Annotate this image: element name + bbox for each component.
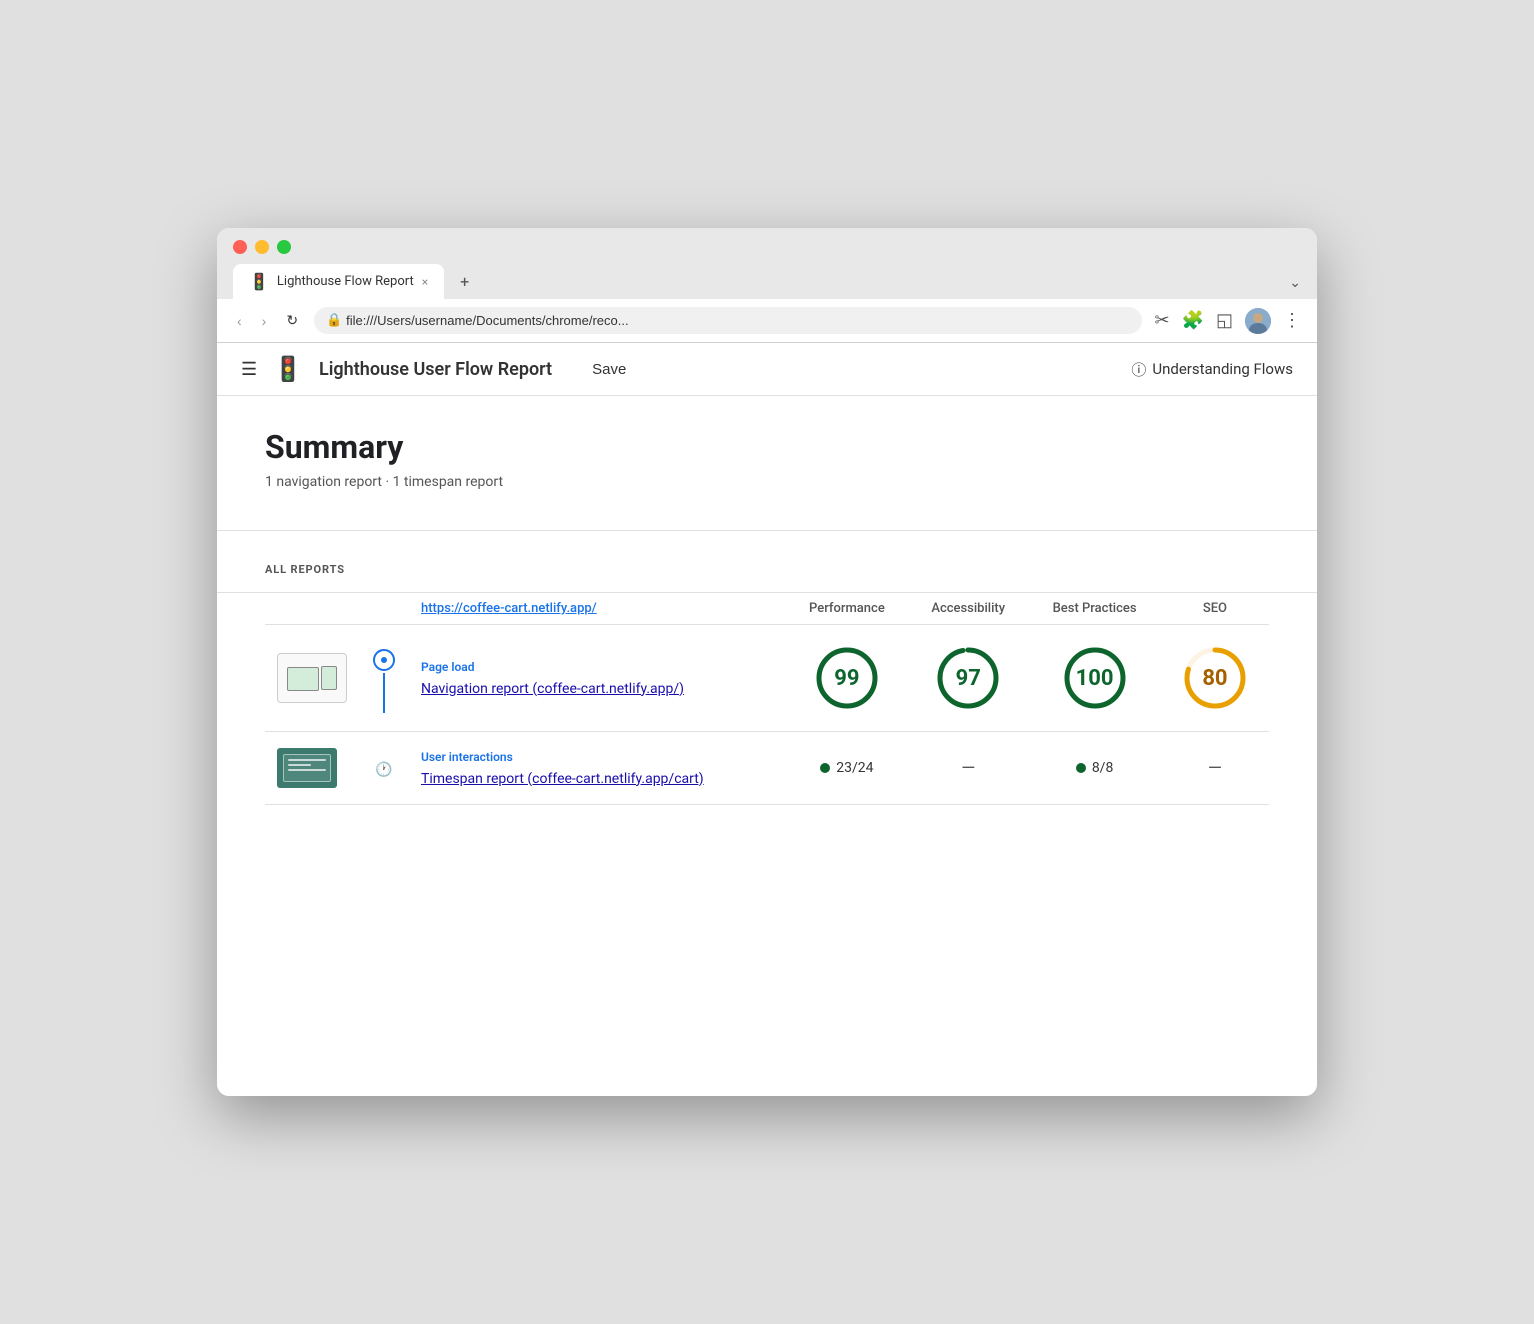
close-button[interactable] xyxy=(233,240,247,254)
scissors-icon[interactable]: ✂ xyxy=(1154,310,1169,331)
best-practices-score-circle: 100 xyxy=(1063,646,1127,710)
timespan-seo-cell: — xyxy=(1161,732,1269,805)
nav-best-practices-cell: 100 xyxy=(1028,625,1161,732)
extensions-icon[interactable]: 🧩 xyxy=(1182,310,1204,331)
timespan-category-label: User interactions xyxy=(421,750,774,764)
seo-score-circle: 80 xyxy=(1183,646,1247,710)
browser-window: 🚦 Lighthouse Flow Report × + ⌄ ‹ › ↻ 🔒 ✂… xyxy=(217,228,1317,1096)
best-practices-pass-score: 8/8 xyxy=(1040,760,1149,776)
main-content: Summary 1 navigation report · 1 timespan… xyxy=(217,396,1317,1096)
performance-score-circle: 99 xyxy=(815,646,879,710)
table-row: 🕐 User interactions Timespan report (cof… xyxy=(265,732,1269,805)
nav-thumbnail xyxy=(277,653,347,703)
split-screen-icon[interactable]: ◱ xyxy=(1216,310,1233,331)
tab-close-button[interactable]: × xyxy=(422,275,428,289)
browser-toolbar: ✂ 🧩 ◱ ⋮ xyxy=(1154,308,1301,334)
save-button[interactable]: Save xyxy=(592,361,626,378)
page-title: Summary xyxy=(265,428,1269,466)
best-practices-score-value: 100 xyxy=(1076,666,1114,691)
nav-step-indicator xyxy=(359,625,409,732)
app-header: ☰ 🚦 Lighthouse User Flow Report Save ⓘ U… xyxy=(217,343,1317,396)
more-menu-icon[interactable]: ⋮ xyxy=(1283,310,1301,331)
accessibility-dash: — xyxy=(920,758,1016,779)
accessibility-score-circle: 97 xyxy=(936,646,1000,710)
nav-accessibility-cell: 97 xyxy=(908,625,1028,732)
title-bar: 🚦 Lighthouse Flow Report × + ⌄ xyxy=(217,228,1317,299)
lighthouse-logo-icon: 🚦 xyxy=(273,355,303,383)
nav-report-info: Page load Navigation report (coffee-cart… xyxy=(409,625,786,732)
help-circle-icon: ⓘ xyxy=(1131,359,1146,380)
url-input[interactable] xyxy=(314,307,1142,334)
tab-bar: 🚦 Lighthouse Flow Report × + ⌄ xyxy=(233,264,1301,299)
tab-title: Lighthouse Flow Report xyxy=(277,274,414,289)
active-tab[interactable]: 🚦 Lighthouse Flow Report × xyxy=(233,264,444,299)
mobile-thumb xyxy=(321,666,337,690)
seo-header: SEO xyxy=(1161,593,1269,625)
nav-report-link[interactable]: Navigation report (coffee-cart.netlify.a… xyxy=(421,681,684,697)
tab-list-chevron[interactable]: ⌄ xyxy=(1289,275,1301,299)
performance-header: Performance xyxy=(786,593,909,625)
understanding-flows-link[interactable]: ⓘ Understanding Flows xyxy=(1131,359,1293,380)
step-circle-icon xyxy=(373,649,395,671)
url-lock-icon: 🔒 xyxy=(326,313,342,328)
address-bar: ‹ › ↻ 🔒 ✂ 🧩 ◱ ⋮ xyxy=(217,299,1317,343)
accessibility-header: Accessibility xyxy=(908,593,1028,625)
lighthouse-tab-icon: 🚦 xyxy=(249,272,269,291)
url-column-header[interactable]: https://coffee-cart.netlify.app/ xyxy=(421,601,597,616)
forward-button[interactable]: › xyxy=(258,311,271,331)
understanding-flows-label: Understanding Flows xyxy=(1152,360,1293,378)
seo-dash: — xyxy=(1173,758,1257,779)
nav-seo-cell: 80 xyxy=(1161,625,1269,732)
url-wrapper: 🔒 xyxy=(314,307,1142,334)
clock-step-icon: 🕐 xyxy=(375,762,392,778)
best-practices-fraction-value: 8/8 xyxy=(1092,760,1114,776)
maximize-button[interactable] xyxy=(277,240,291,254)
best-practices-header: Best Practices xyxy=(1028,593,1161,625)
timespan-accessibility-cell: — xyxy=(908,732,1028,805)
section-divider xyxy=(217,530,1317,531)
table-row: Page load Navigation report (coffee-cart… xyxy=(265,625,1269,732)
nav-category-label: Page load xyxy=(421,660,774,674)
performance-score-value: 99 xyxy=(834,666,859,691)
pass-dot-icon xyxy=(820,763,830,773)
timespan-step-indicator: 🕐 xyxy=(359,732,409,805)
reload-button[interactable]: ↻ xyxy=(282,310,302,331)
accessibility-score-value: 97 xyxy=(956,666,981,691)
nav-thumbnail-cell xyxy=(265,625,359,732)
timespan-thumbnail-cell xyxy=(265,732,359,805)
step-connector-line xyxy=(383,673,385,713)
back-button[interactable]: ‹ xyxy=(233,311,246,331)
timespan-thumbnail xyxy=(277,748,337,788)
timespan-report-info: User interactions Timespan report (coffe… xyxy=(409,732,786,805)
timespan-report-link[interactable]: Timespan report (coffee-cart.netlify.app… xyxy=(421,771,704,787)
minimize-button[interactable] xyxy=(255,240,269,254)
new-tab-button[interactable]: + xyxy=(448,264,481,299)
traffic-lights xyxy=(233,240,1301,254)
seo-score-value: 80 xyxy=(1202,666,1227,691)
all-reports-label: ALL REPORTS xyxy=(265,563,1269,576)
desktop-thumb xyxy=(287,667,319,691)
performance-fraction-value: 23/24 xyxy=(836,760,873,776)
app-title: Lighthouse User Flow Report xyxy=(319,359,552,380)
pass-dot-icon xyxy=(1076,763,1086,773)
performance-pass-score: 23/24 xyxy=(798,760,897,776)
summary-subtitle: 1 navigation report · 1 timespan report xyxy=(265,474,1269,490)
timespan-best-practices-cell: 8/8 xyxy=(1028,732,1161,805)
reports-table: https://coffee-cart.netlify.app/ Perform… xyxy=(265,593,1269,805)
nav-performance-cell: 99 xyxy=(786,625,909,732)
profile-avatar[interactable] xyxy=(1245,308,1271,334)
timespan-performance-cell: 23/24 xyxy=(786,732,909,805)
hamburger-menu-icon[interactable]: ☰ xyxy=(241,359,257,380)
